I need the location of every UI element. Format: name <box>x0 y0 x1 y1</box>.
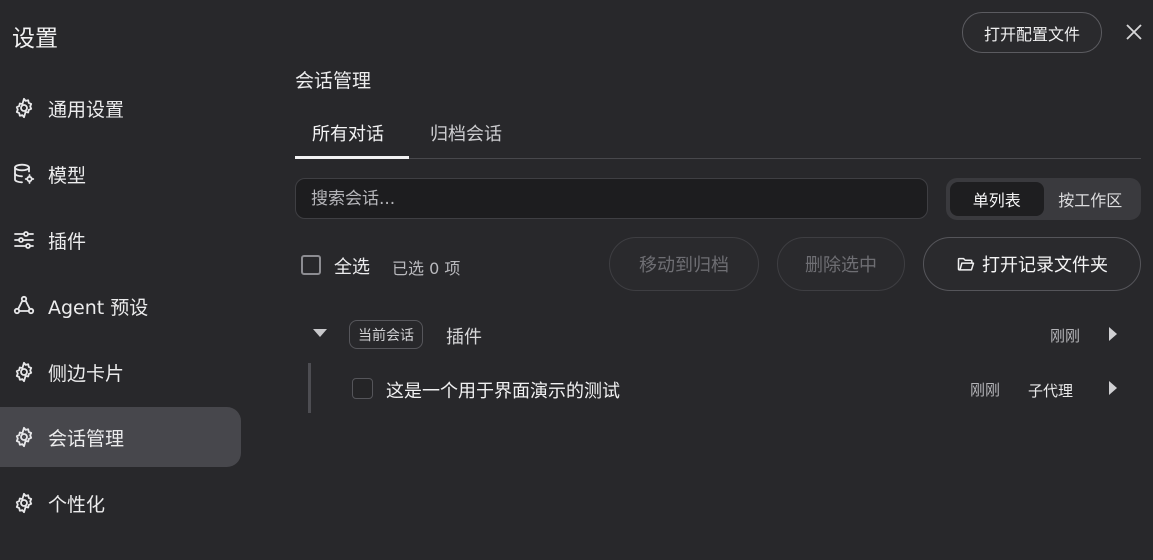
select-all-checkbox[interactable] <box>301 255 321 275</box>
agent-network-icon <box>12 294 36 318</box>
group-name[interactable]: 插件 <box>446 323 482 349</box>
gear-icon <box>12 425 36 449</box>
view-mode-toggle: 单列表 按工作区 <box>946 178 1141 220</box>
group-chevron-right-icon[interactable] <box>1109 327 1117 341</box>
tab-bar: 所有对话 归档会话 <box>295 108 1141 159</box>
tab-all-conversations[interactable]: 所有对话 <box>312 120 384 146</box>
tree-line <box>308 363 311 413</box>
open-records-folder-label: 打开记录文件夹 <box>982 255 1108 276</box>
settings-title: 设置 <box>12 26 58 52</box>
session-tag: 子代理 <box>1028 382 1074 400</box>
collapse-group-chevron-icon[interactable] <box>313 329 327 337</box>
folder-open-icon <box>957 257 975 271</box>
gear-icon <box>12 491 36 515</box>
database-gear-icon <box>12 162 36 186</box>
session-row-checkbox[interactable] <box>352 378 373 399</box>
select-all-label[interactable]: 全选 <box>334 253 370 279</box>
section-title: 会话管理 <box>295 70 372 92</box>
sidebar-item-label: 模型 <box>48 164 87 187</box>
sidebar-item-session-management[interactable]: 会话管理 <box>0 407 241 467</box>
selected-count: 已选 0 项 <box>392 259 461 278</box>
sidebar-item-label: 插件 <box>48 230 87 253</box>
sidebar-item-label: 侧边卡片 <box>48 362 125 385</box>
move-to-archive-button[interactable]: 移动到归档 <box>609 237 759 291</box>
settings-window: 设置 通用设置 模型 插件 Agent 预设 侧边卡片 会话管理 个性化 打开配… <box>0 0 1153 560</box>
sidebar-item-label: 通用设置 <box>48 98 125 121</box>
gear-icon <box>12 360 36 384</box>
session-time: 刚刚 <box>970 381 1001 399</box>
close-icon <box>1126 24 1142 40</box>
current-session-badge: 当前会话 <box>349 320 423 349</box>
sidebar-item-label: Agent 预设 <box>48 296 149 319</box>
sidebar-item-model[interactable]: 模型 <box>0 144 241 204</box>
delete-selected-button[interactable]: 删除选中 <box>777 237 905 291</box>
sidebar-item-personalization[interactable]: 个性化 <box>0 473 241 533</box>
sidebar-item-side-cards[interactable]: 侧边卡片 <box>0 342 241 402</box>
view-single-list-button[interactable]: 单列表 <box>950 182 1044 216</box>
close-button[interactable] <box>1120 18 1148 46</box>
session-chevron-right-icon[interactable] <box>1109 381 1117 395</box>
open-records-folder-button[interactable]: 打开记录文件夹 <box>923 237 1141 291</box>
group-time: 刚刚 <box>1050 327 1081 345</box>
search-input[interactable] <box>295 178 928 219</box>
sliders-icon <box>12 228 36 252</box>
sidebar-item-label: 个性化 <box>48 493 106 516</box>
gear-icon <box>12 96 36 120</box>
sidebar-item-label: 会话管理 <box>48 427 125 450</box>
open-config-file-button[interactable]: 打开配置文件 <box>962 12 1102 53</box>
sidebar-item-general[interactable]: 通用设置 <box>0 78 241 138</box>
sidebar-item-agent-presets[interactable]: Agent 预设 <box>0 276 241 336</box>
active-tab-indicator <box>295 156 409 159</box>
sidebar-item-plugins[interactable]: 插件 <box>0 210 241 270</box>
session-title[interactable]: 这是一个用于界面演示的测试 <box>386 377 620 403</box>
view-by-workspace-button[interactable]: 按工作区 <box>1044 182 1138 216</box>
tab-archived-sessions[interactable]: 归档会话 <box>430 120 502 146</box>
